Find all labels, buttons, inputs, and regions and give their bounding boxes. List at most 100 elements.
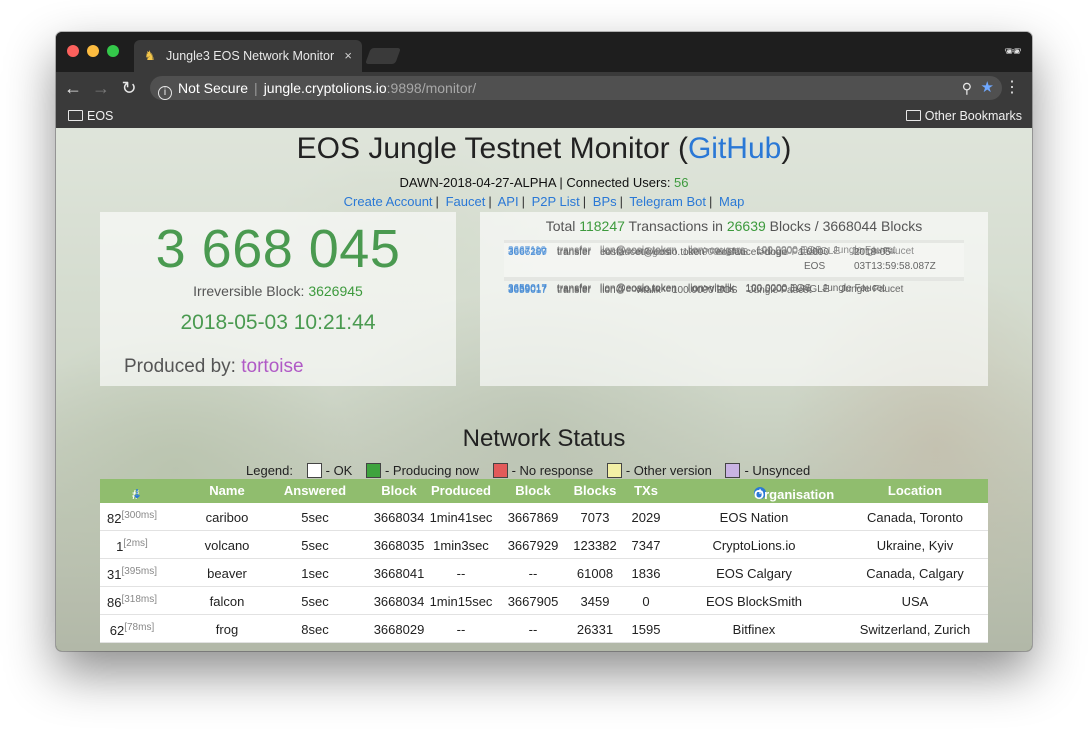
- table-row: 62[78ms] frog 8sec 3668029 -- -- 26331 1595 Bitf…: [100, 615, 988, 643]
- link-map[interactable]: Map: [719, 194, 744, 209]
- col-header-produced[interactable]: Produced: [420, 483, 502, 498]
- url-path: :9898/monitor/: [386, 80, 477, 96]
- sort-icon[interactable]: ⇣: [132, 487, 142, 501]
- cell-location: USA: [901, 594, 929, 609]
- link-create-account[interactable]: Create Account: [344, 194, 433, 209]
- table-row: 1[2ms] volcano 5sec 3668035 1min3sec 3667929 1…: [100, 531, 988, 559]
- zoom-search-icon[interactable]: ⚲: [962, 76, 972, 100]
- link-telegram-bot[interactable]: Telegram Bot: [629, 194, 706, 209]
- github-link[interactable]: GitHub: [688, 132, 781, 165]
- link-faucet[interactable]: Faucet: [446, 194, 486, 209]
- cell-produced: 1min3sec: [433, 538, 489, 553]
- node-ping: [78ms]: [124, 622, 155, 633]
- head-block-number: 3 668 045: [155, 219, 401, 279]
- legend: Legend: - OK - Producing now - No respon…: [246, 463, 820, 478]
- cell-answered: 5sec: [301, 594, 329, 609]
- cell-blocks: 26331: [576, 622, 614, 637]
- tx-details: transfer: [557, 247, 591, 258]
- cell-txs: 2029: [631, 510, 661, 525]
- legend-unsynced: - Unsynced: [725, 463, 810, 478]
- cell-answered: 5sec: [301, 510, 329, 525]
- window-controls: [67, 45, 119, 57]
- tx-details: lion-> vitalik 100.0000 EOS Jungle Fauce…: [600, 285, 812, 296]
- forward-icon[interactable]: →: [90, 77, 112, 99]
- title-text: EOS Jungle Testnet Monitor (: [296, 132, 688, 165]
- legend-other-version: - Other version: [606, 463, 712, 478]
- toolbar: ← → ↻ i Not Secure | jungle.cryptolions.io:…: [56, 72, 1032, 104]
- tab-title: Jungle3 EOS Network Monitor: [166, 49, 335, 63]
- cell-answered: 1sec: [301, 566, 329, 581]
- connected-users: 56: [674, 175, 689, 190]
- cell-prod-block: --: [528, 622, 538, 637]
- tx-details: eosfaucet@eosio.token eosfaucet>dogo 1.0…: [600, 247, 829, 258]
- bookmark-other[interactable]: Other Bookmarks: [905, 108, 1022, 124]
- node-number: 31[395ms]: [100, 566, 164, 582]
- legend-text: - Other version: [625, 463, 712, 478]
- legend-no-response: - No response: [492, 463, 594, 478]
- bookmarks-bar: EOS Other Bookmarks: [56, 104, 1032, 128]
- info-icon[interactable]: i: [158, 86, 172, 100]
- back-icon[interactable]: ←: [62, 77, 84, 99]
- col-header-location[interactable]: Location: [830, 483, 1000, 498]
- cell-org: EOS Calgary: [716, 566, 792, 581]
- col-header-blocks[interactable]: Blocks: [564, 483, 626, 498]
- tx-details: transfer: [557, 285, 591, 296]
- cell-org: Bitfinex: [732, 622, 776, 637]
- cell-blocks: 3459: [580, 594, 610, 609]
- node-num: 62: [109, 623, 125, 638]
- node-ping: [300ms]: [121, 510, 158, 521]
- summary-prefix: Total: [545, 218, 580, 234]
- tx-block-link[interactable]: 3659017: [508, 280, 547, 301]
- reload-icon[interactable]: ↻: [118, 77, 140, 99]
- bookmark-other-label: Other Bookmarks: [924, 109, 1022, 123]
- blocks-with-tx: 26639: [726, 218, 766, 234]
- nav-links: Create Account | Faucet | API | P2P List | B…: [56, 194, 1032, 209]
- version-line: DAWN-2018-04-27-ALPHA | Connected Users:…: [56, 175, 1032, 190]
- swatch: [306, 463, 322, 478]
- address-bar[interactable]: i Not Secure | jungle.cryptolions.io:9898/m…: [150, 76, 1002, 100]
- node-num: 86: [106, 595, 122, 610]
- node-num: 82: [106, 511, 122, 526]
- bookmark-star-icon[interactable]: ★: [981, 76, 994, 100]
- cell-produced: 1min41sec: [429, 510, 493, 525]
- node-number: 1[2ms]: [100, 538, 164, 554]
- block-timestamp: 2018-05-03 10:21:44: [180, 311, 376, 334]
- produced-by: Produced by: tortoise: [124, 356, 304, 378]
- tab-active[interactable]: ♞ Jungle3 EOS Network Monitor ×: [134, 40, 362, 72]
- transactions-summary: Total 118247 Transactions in 26639 Block…: [480, 218, 988, 234]
- cell-txs: 1595: [631, 622, 661, 637]
- irreversible-block: Irreversible Block: 3626945: [100, 283, 456, 299]
- col-header-prod-block[interactable]: Block: [492, 483, 574, 498]
- tx-block-link[interactable]: 3666287: [508, 246, 547, 260]
- transactions-list: 3667110 transfer lion@eosio.token lion>c…: [504, 240, 964, 296]
- link-api[interactable]: API: [498, 194, 519, 209]
- link-p2p-list[interactable]: P2P List: [532, 194, 580, 209]
- minimize-window-button[interactable]: [87, 45, 99, 57]
- legend-text: - No response: [511, 463, 594, 478]
- cell-location: Canada, Calgary: [866, 566, 964, 581]
- col-header-txs[interactable]: TXs: [618, 483, 674, 498]
- swatch: [725, 463, 741, 478]
- col-header-answered[interactable]: Answered: [272, 483, 358, 498]
- legend-text: - Unsynced: [744, 463, 811, 478]
- separator: |: [619, 194, 624, 209]
- node-number: 86[318ms]: [100, 594, 164, 610]
- separator: |: [521, 194, 525, 209]
- legend-text: - OK: [325, 463, 353, 478]
- menu-icon[interactable]: ⋮: [1004, 77, 1020, 99]
- legend-text: - Producing now: [384, 463, 479, 478]
- node-number: 82[300ms]: [100, 510, 164, 526]
- cell-location: Canada, Toronto: [867, 510, 963, 525]
- cell-prod-block: 3667905: [507, 594, 559, 609]
- irreversible-value: 3626945: [308, 283, 363, 299]
- new-tab-button[interactable]: [365, 48, 401, 64]
- bookmark-eos[interactable]: EOS: [68, 108, 113, 124]
- tab-close-icon[interactable]: ×: [344, 40, 352, 72]
- url-separator: |: [254, 80, 258, 96]
- close-window-button[interactable]: [67, 45, 79, 57]
- maximize-window-button[interactable]: [107, 45, 119, 57]
- link-bps[interactable]: BPs: [593, 194, 617, 209]
- browser-window: ♞ Jungle3 EOS Network Monitor × 🕶 ← → ↻ …: [56, 32, 1032, 651]
- node-ping: [2ms]: [123, 538, 148, 549]
- produced-label: Produced by:: [124, 356, 242, 377]
